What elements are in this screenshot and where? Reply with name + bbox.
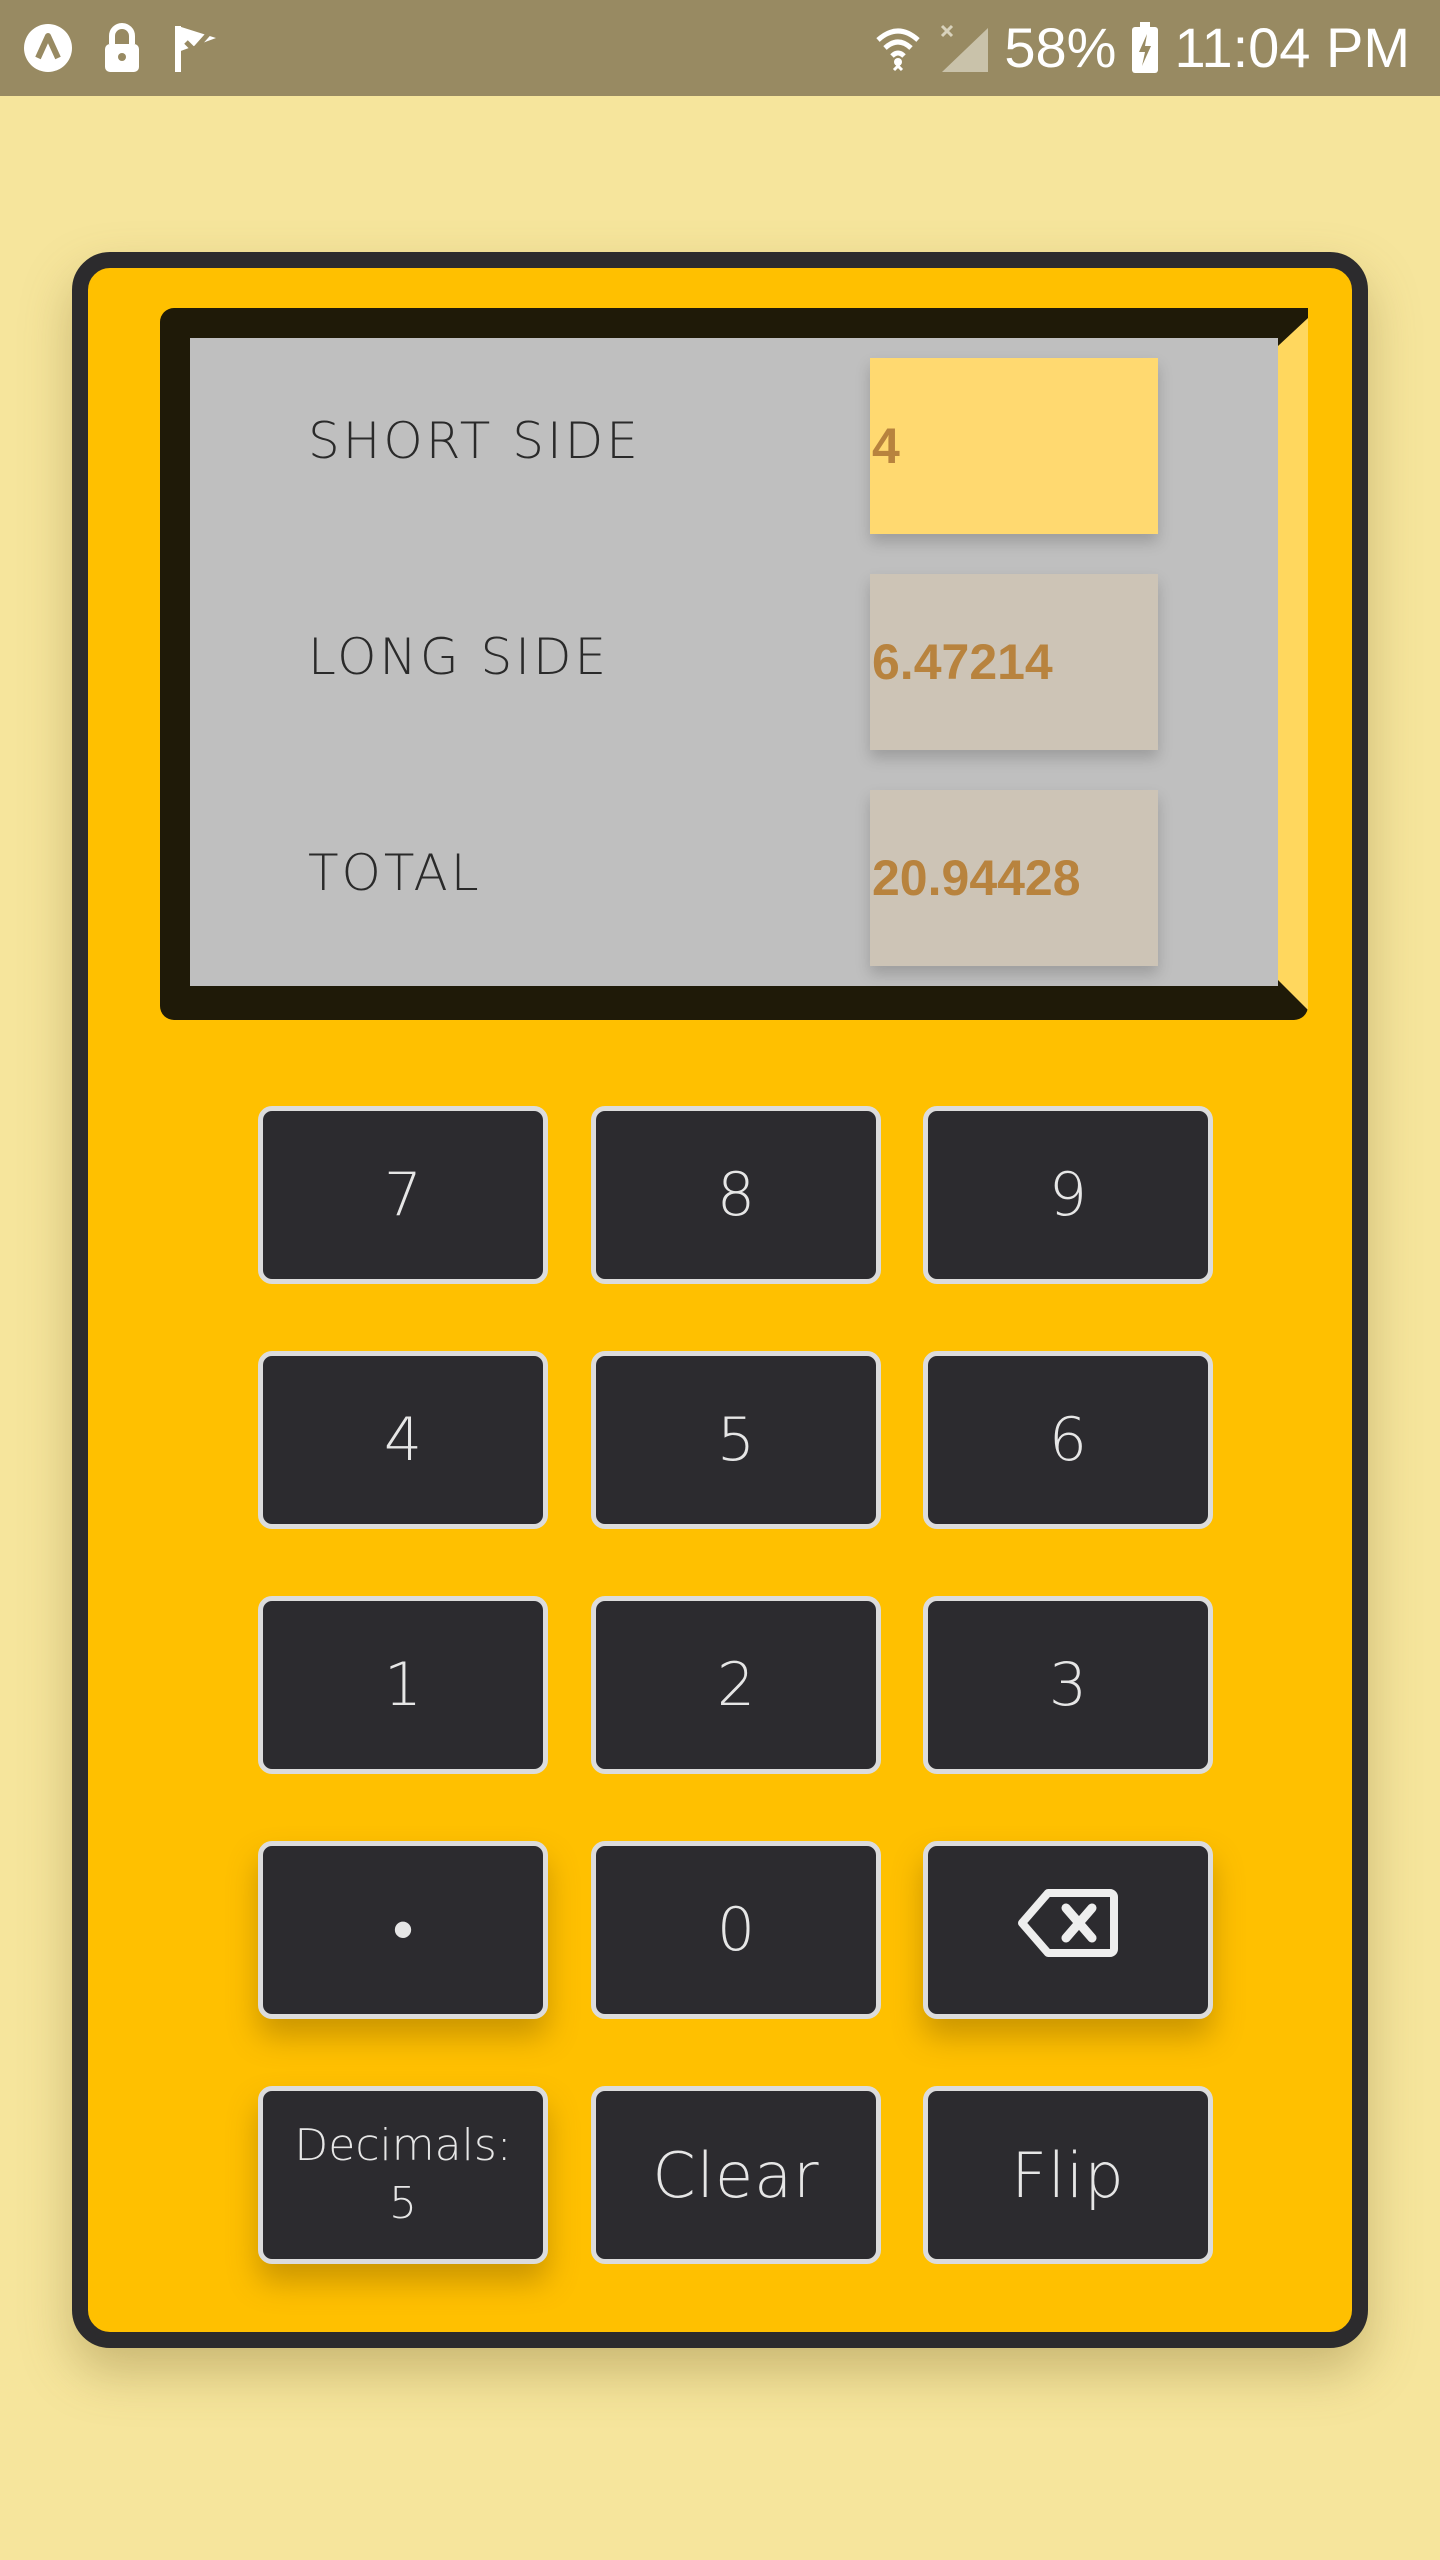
lock-icon — [96, 22, 148, 74]
key-decimal-point[interactable]: • — [258, 1841, 548, 2019]
decimals-label: Decimals: — [294, 2120, 512, 2171]
long-side-field[interactable]: 6.47214 — [870, 574, 1158, 750]
key-7[interactable]: 7 — [258, 1106, 548, 1284]
key-3[interactable]: 3 — [923, 1596, 1213, 1774]
calculator-body: SHORT SIDE 4 LONG SIDE 6.47214 TOTAL 20.… — [72, 252, 1368, 2348]
display-screen: SHORT SIDE 4 LONG SIDE 6.47214 TOTAL 20.… — [190, 338, 1278, 986]
wifi-icon — [872, 22, 924, 74]
backspace-icon — [1018, 1888, 1118, 1973]
flip-button[interactable]: Flip — [923, 2086, 1213, 2264]
checkmark-flag-icon — [170, 22, 222, 74]
key-9[interactable]: 9 — [923, 1106, 1213, 1284]
key-5[interactable]: 5 — [591, 1351, 881, 1529]
total-label: TOTAL — [308, 844, 482, 902]
key-8[interactable]: 8 — [591, 1106, 881, 1284]
key-4[interactable]: 4 — [258, 1351, 548, 1529]
battery-charging-icon — [1130, 22, 1160, 74]
short-side-field[interactable]: 4 — [870, 358, 1158, 534]
display-bezel: SHORT SIDE 4 LONG SIDE 6.47214 TOTAL 20.… — [160, 308, 1308, 1020]
backspace-button[interactable] — [923, 1841, 1213, 2019]
decimals-value: 5 — [389, 2178, 417, 2229]
no-signal-icon — [938, 22, 990, 74]
clear-button[interactable]: Clear — [591, 2086, 881, 2264]
clock: 11:04 PM — [1174, 16, 1410, 79]
battery-percent: 58% — [1004, 16, 1117, 79]
key-6[interactable]: 6 — [923, 1351, 1213, 1529]
long-side-label: LONG SIDE — [308, 628, 610, 686]
key-0[interactable]: 0 — [591, 1841, 881, 2019]
short-side-label: SHORT SIDE — [308, 412, 641, 470]
key-2[interactable]: 2 — [591, 1596, 881, 1774]
decimals-button[interactable]: Decimals: 5 — [258, 2086, 548, 2264]
status-bar: 58% 11:04 PM — [0, 0, 1440, 96]
key-1[interactable]: 1 — [258, 1596, 548, 1774]
total-field[interactable]: 20.94428 — [870, 790, 1158, 966]
bezel-highlight — [1278, 318, 1308, 1010]
app-logo-icon — [22, 22, 74, 74]
